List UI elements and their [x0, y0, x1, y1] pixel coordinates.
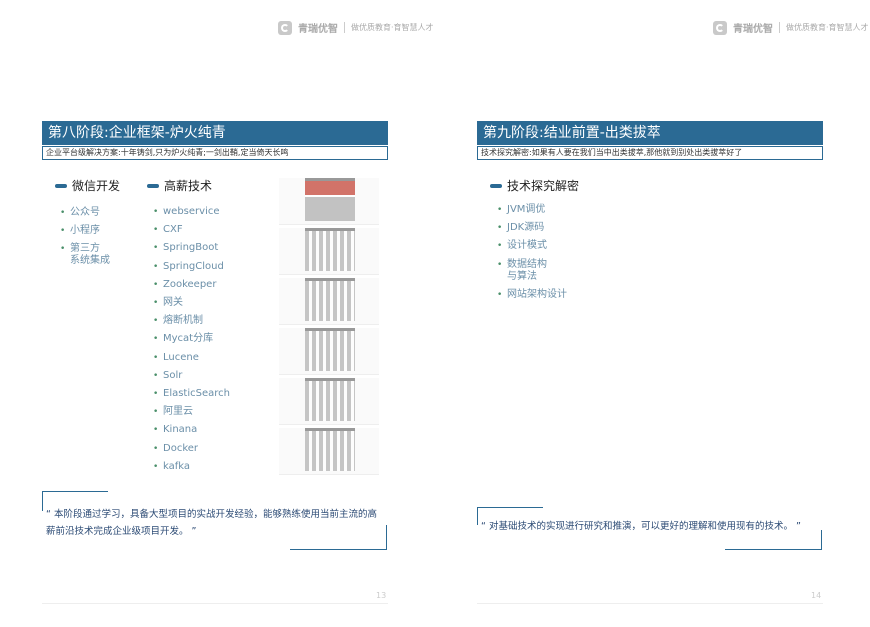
list-item: kafka — [153, 458, 230, 476]
quote-frame-left — [477, 507, 478, 525]
brand-slogan: 做优质教育·育智慧人才 — [351, 23, 434, 32]
website-screenshot — [279, 178, 379, 225]
list-item: 数据结构 与算法 — [497, 259, 567, 283]
list-item: 小程序 — [60, 222, 110, 240]
logo-divider — [779, 22, 780, 33]
list-item: 第三方 系统集成 — [60, 243, 110, 267]
section-title: 第九阶段:结业前置-出类拔萃 — [477, 121, 823, 145]
quote-frame-bottom — [725, 549, 822, 550]
website-screenshot — [279, 378, 379, 425]
section-subtitle: 技术探究解密:如果有人要在我们当中出类拔萃,那他就到别处出类拔萃好了 — [477, 146, 823, 160]
website-screenshot — [279, 228, 379, 275]
left-page: 青瑞优智 做优质教育·育智慧人才 第八阶段:企业框架-炉火纯青 企业平台级解决方… — [0, 0, 435, 627]
list-item: Zookeeper — [153, 276, 230, 294]
list-item: 熔断机制 — [153, 312, 230, 330]
brand-slogan: 做优质教育·育智慧人才 — [786, 23, 869, 32]
brand-name: 青瑞优智 — [733, 24, 773, 35]
quote-text: “ 对基础技术的实现进行研究和推演，可以更好的理解和使用现有的技术。 ” — [481, 521, 801, 532]
list-item: ElasticSearch — [153, 385, 230, 403]
list-item: 网站架构设计 — [497, 286, 567, 304]
website-screenshot — [279, 328, 379, 375]
list-item: 阿里云 — [153, 403, 230, 421]
quote-frame-top — [477, 507, 543, 508]
list-item: webservice — [153, 203, 230, 221]
section-title: 第八阶段:企业框架-炉火纯青 — [42, 121, 388, 145]
right-page: 青瑞优智 做优质教育·育智慧人才 第九阶段:结业前置-出类拔萃 技术探究解密:如… — [435, 0, 870, 627]
heading-marker — [55, 183, 67, 188]
website-screenshot — [279, 428, 379, 475]
heading-marker — [490, 183, 502, 188]
quote-frame-right — [386, 525, 387, 550]
screenshot-thumbnails — [279, 178, 379, 478]
research-heading-label: 技术探究解密 — [507, 179, 580, 193]
wechat-heading-label: 微信开发 — [72, 179, 121, 193]
brand-logo: 青瑞优智 做优质教育·育智慧人才 — [278, 20, 434, 35]
tech-list: webservice CXF SpringBoot SpringCloud Zo… — [153, 203, 230, 476]
list-item: Mycat分库 — [153, 330, 230, 348]
list-item: SpringBoot — [153, 239, 230, 257]
wechat-list: 公众号 小程序 第三方 系统集成 — [60, 204, 110, 270]
quote-text: “ 本阶段通过学习，具备大型项目的实战开发经验，能够熟练使用当前主流的高薪前沿技… — [46, 509, 377, 537]
research-list: JVM调优 JDK源码 设计模式 数据结构 与算法 网站架构设计 — [497, 201, 567, 304]
list-item: 公众号 — [60, 204, 110, 222]
list-item: CXF — [153, 221, 230, 239]
footer-rule — [477, 603, 823, 604]
quote-frame-bottom — [290, 549, 387, 550]
list-item: 网关 — [153, 294, 230, 312]
logo-icon — [278, 20, 292, 35]
logo-icon — [713, 20, 727, 35]
tech-heading-label: 高薪技术 — [164, 179, 213, 193]
brand-name: 青瑞优智 — [298, 24, 338, 35]
section-subtitle: 企业平台级解决方案:十年铸剑,只为炉火纯青;一剑出鞘,定当倚天长鸣 — [42, 146, 388, 160]
list-item: Docker — [153, 440, 230, 458]
page-number: 14 — [811, 591, 822, 600]
list-item: 设计模式 — [497, 237, 567, 255]
list-item: JVM调优 — [497, 201, 567, 219]
footer-rule — [42, 603, 388, 604]
quote-frame-right — [821, 530, 822, 550]
list-item: Solr — [153, 367, 230, 385]
list-item: JDK源码 — [497, 219, 567, 237]
list-item: SpringCloud — [153, 258, 230, 276]
logo-divider — [344, 22, 345, 33]
list-item: Kinana — [153, 421, 230, 439]
website-screenshot — [279, 278, 379, 325]
page-number: 13 — [376, 591, 387, 600]
quote-frame-top — [42, 491, 108, 492]
wechat-heading: 微信开发 — [55, 177, 120, 194]
tech-heading: 高薪技术 — [147, 177, 212, 194]
list-item: Lucene — [153, 349, 230, 367]
heading-marker — [147, 183, 159, 188]
brand-logo: 青瑞优智 做优质教育·育智慧人才 — [713, 20, 869, 35]
research-heading: 技术探究解密 — [490, 177, 579, 194]
quote-frame-left — [42, 491, 43, 511]
